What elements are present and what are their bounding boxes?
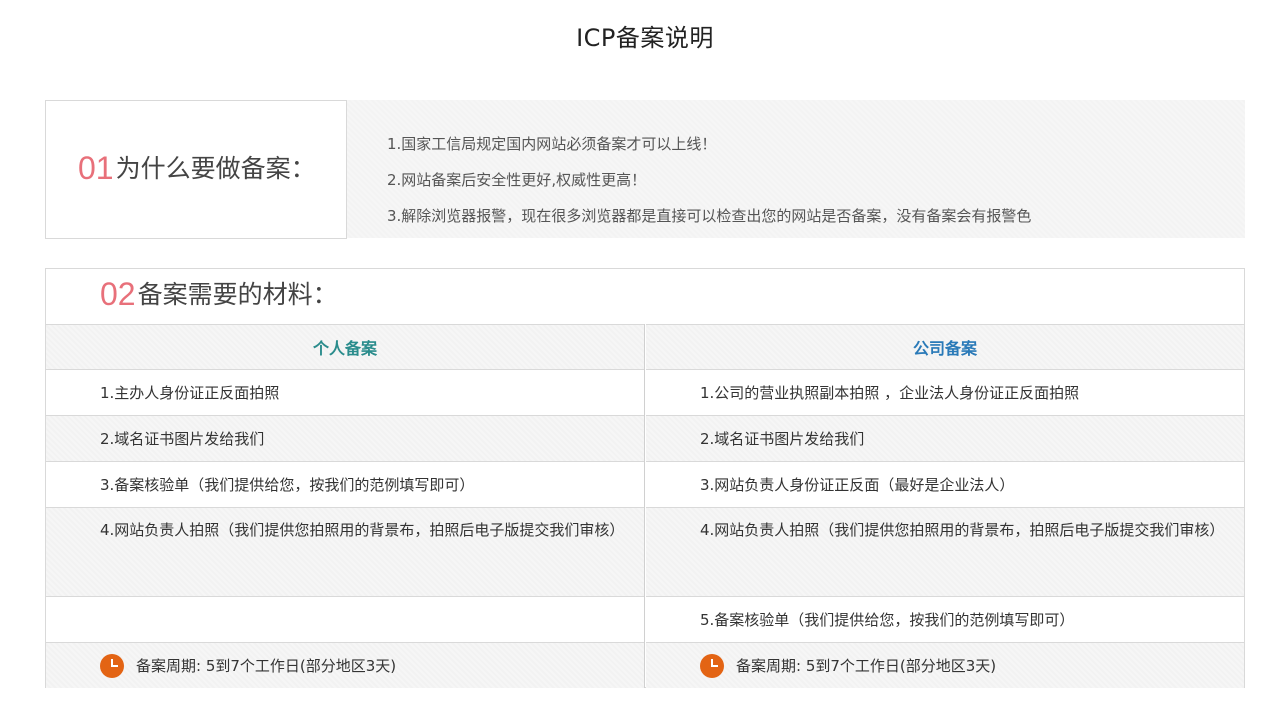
why-heading-box: 01为什么要做备案： bbox=[45, 100, 347, 239]
row-text: 4.网站负责人拍照（我们提供您拍照用的背景布，拍照后电子版提交我们审核） bbox=[700, 521, 1225, 539]
why-reasons-list: 1.国家工信局规定国内网站必须备案才可以上线！ 2.网站备案后安全性更好,权威性… bbox=[387, 126, 1031, 234]
personal-column: 个人备案 1.主办人身份证正反面拍照 2.域名证书图片发给我们 3.备案核验单（… bbox=[46, 324, 645, 688]
materials-heading-text: 备案需要的材料： bbox=[137, 280, 338, 309]
table-row: 1.公司的营业执照副本拍照 ，企业法人身份证正反面拍照 bbox=[646, 369, 1244, 415]
personal-title: 个人备案 bbox=[312, 339, 377, 358]
row-text: 2.域名证书图片发给我们 bbox=[700, 430, 865, 448]
section-number: 02 bbox=[100, 276, 136, 312]
table-row: 3.备案核验单（我们提供给您，按我们的范例填写即可） bbox=[46, 461, 644, 507]
table-row: 4.网站负责人拍照（我们提供您拍照用的背景布，拍照后电子版提交我们审核） bbox=[46, 507, 644, 596]
clock-icon bbox=[100, 653, 124, 678]
page-title: ICP备案说明 bbox=[576, 24, 714, 52]
company-title: 公司备案 bbox=[912, 339, 977, 358]
list-item: 2.网站备案后安全性更好,权威性更高！ bbox=[387, 171, 647, 189]
company-header: 公司备案 bbox=[646, 324, 1244, 369]
why-heading: 01为什么要做备案： bbox=[78, 149, 316, 187]
table-row: 3.网站负责人身份证正反面（最好是企业法人） bbox=[646, 461, 1244, 507]
period-text: 备案周期: 5到7个工作日(部分地区3天) bbox=[136, 657, 397, 675]
personal-header: 个人备案 bbox=[46, 324, 644, 369]
row-text: 1.公司的营业执照副本拍照 ，企业法人身份证正反面拍照 bbox=[700, 384, 1080, 402]
materials-section: 02备案需要的材料： 个人备案 1.主办人身份证正反面拍照 2.域名证书图片发给… bbox=[45, 268, 1245, 688]
period-row: 备案周期: 5到7个工作日(部分地区3天) bbox=[646, 642, 1244, 688]
company-column: 公司备案 1.公司的营业执照副本拍照 ，企业法人身份证正反面拍照 2.域名证书图… bbox=[646, 324, 1244, 688]
row-text: 1.主办人身份证正反面拍照 bbox=[100, 384, 280, 402]
table-row: 2.域名证书图片发给我们 bbox=[646, 415, 1244, 461]
why-heading-text: 为什么要做备案： bbox=[115, 154, 316, 183]
materials-heading: 02备案需要的材料： bbox=[100, 275, 338, 313]
row-text: 3.网站负责人身份证正反面（最好是企业法人） bbox=[700, 476, 1015, 494]
list-item: 3.解除浏览器报警，现在很多浏览器都是直接可以检查出您的网站是否备案，没有备案会… bbox=[387, 207, 1032, 225]
row-text: 4.网站负责人拍照（我们提供您拍照用的背景布，拍照后电子版提交我们审核） bbox=[100, 521, 625, 539]
period-row: 备案周期: 5到7个工作日(部分地区3天) bbox=[46, 642, 644, 688]
table-row: 5.备案核验单（我们提供给您，按我们的范例填写即可） bbox=[646, 596, 1244, 642]
table-row-empty bbox=[46, 596, 644, 642]
table-row: 4.网站负责人拍照（我们提供您拍照用的背景布，拍照后电子版提交我们审核） bbox=[646, 507, 1244, 596]
clock-icon bbox=[700, 653, 724, 678]
section-number: 01 bbox=[78, 150, 114, 186]
table-row: 2.域名证书图片发给我们 bbox=[46, 415, 644, 461]
period-text: 备案周期: 5到7个工作日(部分地区3天) bbox=[736, 657, 997, 675]
why-section: 01为什么要做备案： 1.国家工信局规定国内网站必须备案才可以上线！ 2.网站备… bbox=[45, 100, 1245, 239]
why-reasons-panel: 1.国家工信局规定国内网站必须备案才可以上线！ 2.网站备案后安全性更好,权威性… bbox=[347, 100, 1245, 238]
table-row: 1.主办人身份证正反面拍照 bbox=[46, 369, 644, 415]
row-text: 5.备案核验单（我们提供给您，按我们的范例填写即可） bbox=[700, 611, 1075, 629]
row-text: 2.域名证书图片发给我们 bbox=[100, 430, 265, 448]
list-item: 1.国家工信局规定国内网站必须备案才可以上线！ bbox=[387, 135, 717, 153]
row-text: 3.备案核验单（我们提供给您，按我们的范例填写即可） bbox=[100, 476, 475, 494]
